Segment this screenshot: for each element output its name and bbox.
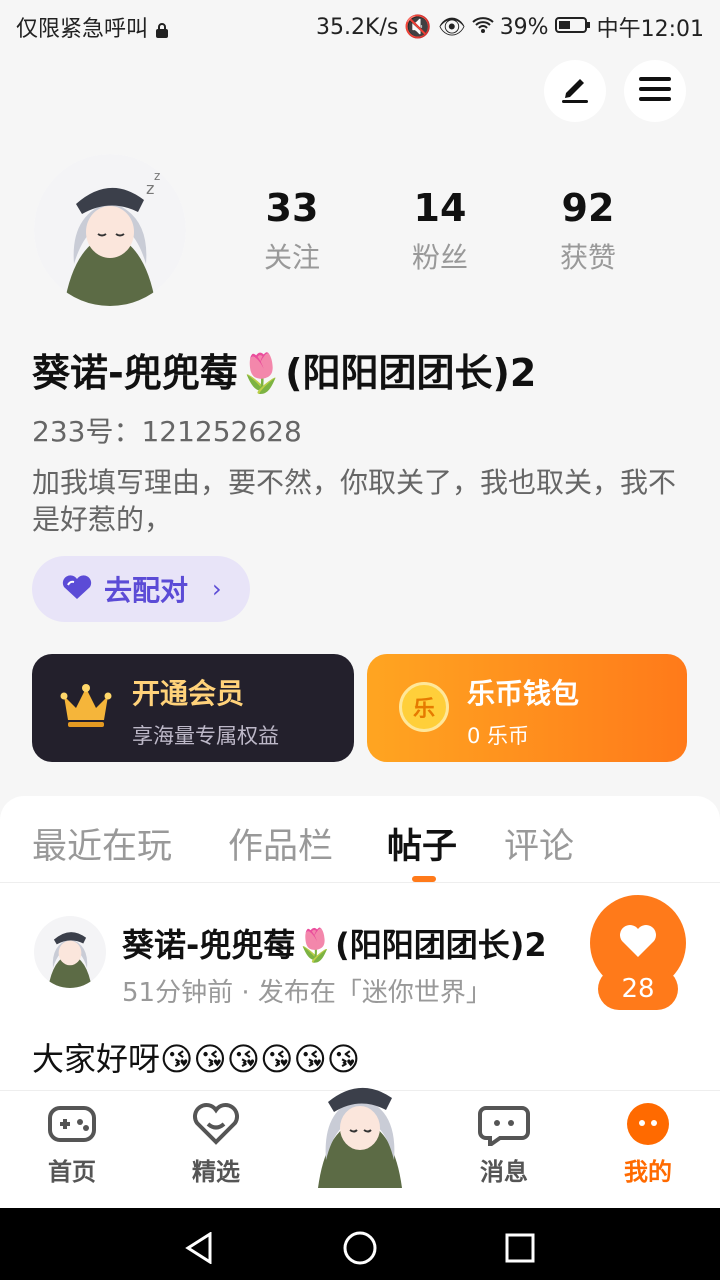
crown-icon bbox=[60, 684, 112, 732]
nav-messages[interactable]: 消息 bbox=[454, 1102, 554, 1187]
divider bbox=[0, 882, 720, 883]
post-meta: 51分钟前 · 发布在「迷你世界」 bbox=[122, 978, 492, 1008]
nav-featured[interactable]: 精选 bbox=[166, 1102, 266, 1187]
nav-home[interactable]: 首页 bbox=[22, 1102, 122, 1187]
me-icon bbox=[622, 1103, 674, 1150]
tab-works[interactable]: 作品栏 bbox=[228, 818, 333, 869]
pen-icon bbox=[560, 75, 590, 107]
stat-label: 获赞 bbox=[559, 241, 616, 274]
post-author-avatar[interactable] bbox=[34, 916, 106, 988]
tab-recently-played[interactable]: 最近在玩 bbox=[32, 818, 172, 869]
vip-subtitle: 享海量专属权益 bbox=[132, 724, 279, 748]
clock: 中午12:01 bbox=[596, 17, 704, 42]
tab-comments[interactable]: 评论 bbox=[504, 818, 574, 869]
match-button[interactable]: 去配对 › bbox=[32, 556, 250, 622]
profile-nickname: 葵诺-兜兜莓🌷(阳阳团团长)2 bbox=[32, 351, 537, 395]
nav-label: 精选 bbox=[192, 1158, 240, 1186]
heart-outline-icon bbox=[190, 1103, 242, 1150]
stat-value: 33 bbox=[265, 186, 319, 230]
stat-label: 粉丝 bbox=[411, 241, 468, 274]
profile-uid: 233号：121252628 bbox=[32, 415, 302, 448]
system-nav-bar bbox=[0, 1208, 720, 1280]
nav-me[interactable]: 我的 bbox=[598, 1102, 698, 1187]
edit-profile-button[interactable] bbox=[544, 60, 606, 122]
status-carrier: 仅限紧急呼叫 bbox=[16, 11, 169, 43]
status-bar: 仅限紧急呼叫 35.2K/s 🔇 👁 39% 中午12:01 bbox=[0, 0, 720, 50]
eye-icon: 👁 bbox=[437, 14, 466, 40]
mute-icon: 🔇 bbox=[404, 14, 432, 40]
stat-following[interactable]: 33 关注 bbox=[232, 186, 352, 276]
stat-value: 14 bbox=[413, 186, 467, 230]
coin-icon: 乐 bbox=[399, 682, 449, 732]
nav-label: 首页 bbox=[48, 1158, 96, 1186]
lock-icon bbox=[155, 19, 169, 38]
vip-card[interactable]: 开通会员 享海量专属权益 bbox=[32, 654, 354, 762]
svg-text:z: z bbox=[154, 169, 160, 183]
wallet-title: 乐币钱包 bbox=[467, 677, 580, 710]
back-icon[interactable] bbox=[184, 1231, 216, 1268]
heart-icon bbox=[618, 923, 658, 963]
battery-icon bbox=[554, 15, 591, 40]
tab-posts[interactable]: 帖子 bbox=[387, 818, 457, 869]
wallet-balance: 0 乐币 bbox=[467, 724, 530, 748]
home-circle-icon[interactable] bbox=[342, 1230, 378, 1270]
heart-icon bbox=[60, 574, 94, 604]
net-speed: 35.2K/s bbox=[316, 14, 399, 40]
stat-likes[interactable]: 92 获赞 bbox=[528, 186, 648, 276]
nav-label: 消息 bbox=[480, 1158, 528, 1186]
gamepad-icon bbox=[46, 1106, 98, 1150]
like-count: 28 bbox=[598, 968, 678, 1010]
stat-value: 92 bbox=[561, 186, 615, 230]
stat-label: 关注 bbox=[263, 241, 320, 274]
recents-square-icon[interactable] bbox=[504, 1232, 536, 1268]
hamburger-icon bbox=[639, 76, 671, 106]
wallet-card[interactable]: 乐 乐币钱包 0 乐币 bbox=[367, 654, 687, 762]
chevron-right-icon: › bbox=[212, 575, 222, 603]
chat-bubble-icon bbox=[478, 1106, 530, 1150]
menu-button[interactable] bbox=[624, 60, 686, 122]
wifi-icon bbox=[472, 15, 494, 40]
nav-label: 我的 bbox=[624, 1158, 672, 1186]
stat-followers[interactable]: 14 粉丝 bbox=[380, 186, 500, 276]
vip-title: 开通会员 bbox=[132, 677, 245, 710]
battery-percent: 39% bbox=[499, 14, 549, 40]
center-avatar-button[interactable] bbox=[310, 1070, 410, 1188]
avatar[interactable]: z z bbox=[34, 154, 186, 306]
status-right: 35.2K/s 🔇 👁 39% 中午12:01 bbox=[316, 11, 704, 43]
profile-bio: 加我填写理由，要不然，你取关了，我也取关，我不是好惹的， bbox=[32, 466, 677, 536]
post-author-name[interactable]: 葵诺-兜兜莓🌷(阳阳团团长)2 bbox=[122, 920, 547, 966]
coin-char: 乐 bbox=[412, 697, 435, 722]
match-label: 去配对 bbox=[104, 574, 189, 607]
